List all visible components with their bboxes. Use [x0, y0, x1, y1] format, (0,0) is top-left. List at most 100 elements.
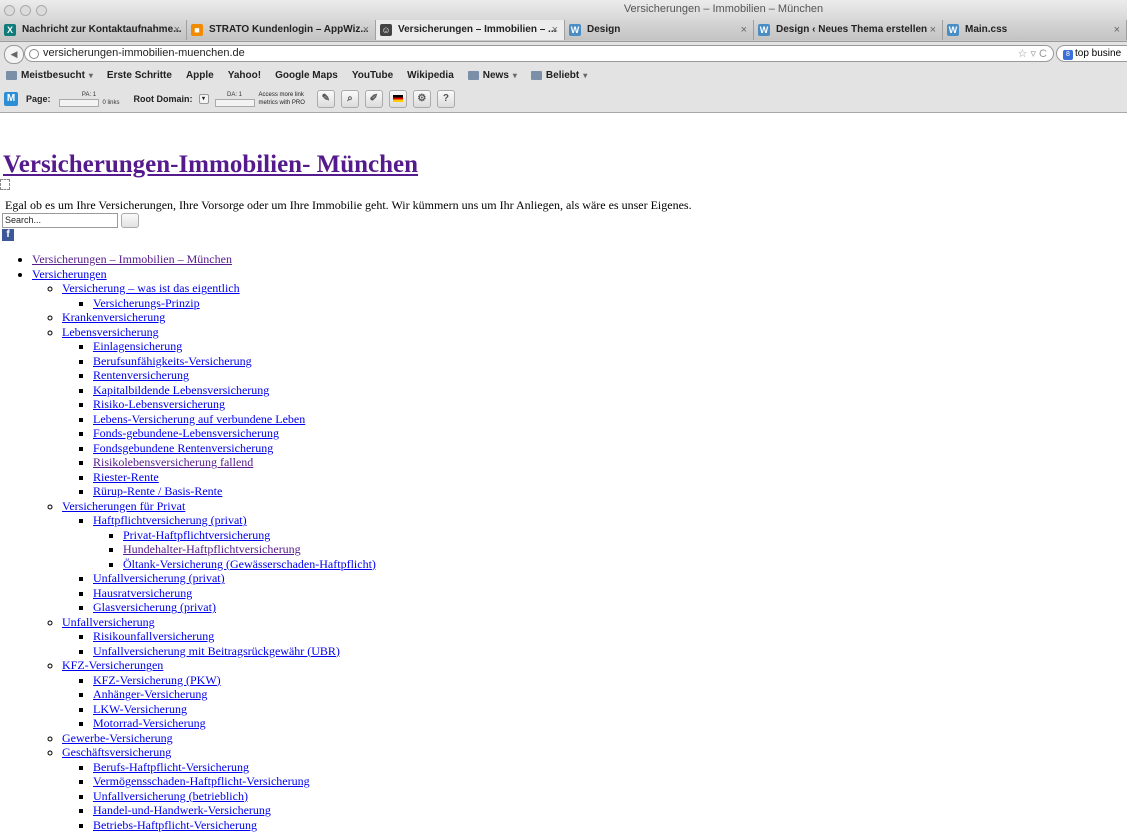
menu-link[interactable]: Hundehalter-Haftpflichtversicherung [123, 542, 301, 556]
menu-link[interactable]: Gewerbe-Versicherung [62, 731, 173, 745]
url-text: versicherungen-immobilien-muenchen.de [43, 47, 245, 59]
pencil-icon[interactable]: ✐ [364, 89, 383, 108]
menu-link[interactable]: Kapitalbildende Lebensversicherung [93, 383, 269, 397]
menu-link[interactable]: KFZ-Versicherung (PKW) [93, 673, 221, 687]
menu-link[interactable]: Glasversicherung (privat) [93, 600, 216, 614]
menu-link[interactable]: Versicherungs-Prinzip [93, 296, 200, 310]
menu-link[interactable]: Unfallversicherung mit Beitragsrückgewäh… [93, 644, 340, 658]
access-line-1: Access more link [258, 91, 304, 98]
bookmark-label: News [482, 69, 509, 81]
menu-link[interactable]: Haftpflichtversicherung (privat) [93, 513, 247, 527]
gear-icon[interactable]: ⚙ [412, 89, 431, 108]
close-tab-icon[interactable]: × [930, 20, 936, 40]
close-tab-icon[interactable]: × [363, 20, 369, 40]
menu-link[interactable]: Geschäftsversicherung [62, 745, 171, 759]
chevron-down-icon: ▾ [88, 70, 93, 80]
root-domain-dropdown[interactable]: ▾ [198, 93, 209, 104]
web-search-box[interactable]: 8 top busine [1056, 45, 1127, 62]
tab-5[interactable]: W Main.css × [943, 20, 1127, 40]
bookmark-meistbesucht[interactable]: Meistbesucht ▾ [6, 70, 93, 81]
menu-item: Motorrad-Versicherung [93, 716, 1127, 731]
menu-item: VersicherungenVersicherung – was ist das… [32, 267, 1127, 833]
close-tab-icon[interactable]: × [552, 20, 558, 40]
menu-list: Privat-HaftpflichtversicherungHundehalte… [93, 528, 1127, 572]
menu-link[interactable]: KFZ-Versicherungen [62, 658, 163, 672]
magnifier-icon[interactable]: ⌕ [340, 89, 359, 108]
menu-list: Berufs-Haftpflicht-VersicherungVermögens… [62, 760, 1127, 833]
globe-icon [29, 49, 39, 59]
menu-link[interactable]: Unfallversicherung (betrieblich) [93, 789, 248, 803]
tab-0[interactable]: X Nachricht zur Kontaktaufnahme... × [0, 20, 187, 40]
menu-item: Vermögensschaden-Haftpflicht-Versicherun… [93, 774, 1127, 789]
menu-link[interactable]: Betriebs-Haftpflicht-Versicherung [93, 818, 257, 832]
close-tab-icon[interactable]: × [174, 20, 180, 40]
menu-link[interactable]: Fondsgebundene Rentenversicherung [93, 441, 273, 455]
menu-link[interactable]: Risikolebensversicherung fallend [93, 455, 253, 469]
menu-link[interactable]: Risiko-Lebensversicherung [93, 397, 225, 411]
site-title-link[interactable]: Versicherungen-Immobilien- München [3, 151, 418, 179]
bookmark-yahoo-[interactable]: Yahoo! [0, 70, 261, 190]
menu-link[interactable]: Versicherungen – Immobilien – München [32, 252, 232, 266]
menu-link[interactable]: Anhänger-Versicherung [93, 687, 207, 701]
bookmark-youtube[interactable]: YouTube [0, 70, 393, 190]
menu-link[interactable]: Lebensversicherung [62, 325, 159, 339]
navigation-bar: ◀ versicherungen-immobilien-muenchen.de … [0, 43, 1127, 65]
menu-link[interactable]: Vermögensschaden-Haftpflicht-Versicherun… [93, 774, 310, 788]
bookmark-apple[interactable]: Apple [0, 70, 214, 190]
bookmark-beliebt[interactable]: Beliebt ▾ [530, 69, 587, 81]
menu-link[interactable]: Lebens-Versicherung auf verbundene Leben [93, 412, 305, 426]
tab-1[interactable]: ■ STRATO Kundenlogin – AppWiz... × [187, 20, 376, 40]
menu-link[interactable]: Rürup-Rente / Basis-Rente [93, 484, 222, 498]
access-line-2: metrics with PRO [258, 99, 305, 106]
menu-link[interactable]: Versicherungen [32, 267, 107, 281]
flag-icon[interactable] [388, 89, 407, 108]
menu-item: Haftpflichtversicherung (privat)Privat-H… [93, 513, 1127, 571]
close-tab-icon[interactable]: × [1114, 20, 1120, 40]
bookmark-erste-schritte[interactable]: Erste Schritte [0, 70, 172, 190]
pa-bar [58, 98, 99, 107]
menu-item: Glasversicherung (privat) [93, 600, 1127, 615]
help-icon[interactable]: ? [436, 89, 455, 108]
bookmark-star-reload-icons[interactable]: ☆ ▿ C [1018, 47, 1047, 60]
menu-link[interactable]: Versicherungen für Privat [62, 499, 185, 513]
menu-link[interactable]: Krankenversicherung [62, 310, 165, 324]
menu-link[interactable]: LKW-Versicherung [93, 702, 187, 716]
menu-link[interactable]: Unfallversicherung [62, 615, 155, 629]
wrench-icon[interactable]: ✎ [316, 89, 335, 108]
back-button[interactable]: ◀ [4, 45, 24, 64]
menu-link[interactable]: Einlagensicherung [93, 339, 182, 353]
menu-link[interactable]: Motorrad-Versicherung [93, 716, 206, 730]
menu-link[interactable]: Berufs-Haftpflicht-Versicherung [93, 760, 249, 774]
menu-link[interactable]: Unfallversicherung (privat) [93, 571, 225, 585]
menu-link[interactable]: Handel-und-Handwerk-Versicherung [93, 803, 271, 817]
menu-link[interactable]: Rentenversicherung [93, 368, 189, 382]
bookmark-news[interactable]: News ▾ [467, 69, 517, 81]
menu-link[interactable]: Versicherung – was ist das eigentlich [62, 281, 240, 295]
mozbar-logo-icon[interactable]: M [4, 91, 18, 106]
tab-2[interactable]: ☺ Versicherungen – Immobilien – ... × [376, 20, 565, 40]
menu-list: Haftpflichtversicherung (privat)Privat-H… [62, 513, 1127, 615]
menu-link[interactable]: Hausratversicherung [93, 586, 192, 600]
menu-link[interactable]: Öltank-Versicherung (Gewässerschaden-Haf… [123, 557, 376, 571]
search-input[interactable]: Search... [2, 213, 118, 228]
menu-link[interactable]: Berufsunfähigkeits-Versicherung [93, 354, 252, 368]
menu-link[interactable]: Fonds-gebundene-Lebensversicherung [93, 426, 279, 440]
tab-3[interactable]: W Design × [565, 20, 754, 40]
menu-item: Versicherung – was ist das eigentlichVer… [62, 281, 1127, 310]
page-label: Page: [26, 93, 51, 104]
bookmark-google-maps[interactable]: Google Maps [0, 70, 338, 190]
root-domain-label: Root Domain: [133, 93, 193, 104]
pro-upsell-text[interactable]: Access more link metrics with PRO [259, 91, 305, 107]
search-button[interactable] [121, 213, 139, 228]
domain-authority-metric: DA: 1 [214, 91, 255, 107]
menu-link[interactable]: Riester-Rente [93, 470, 159, 484]
bookmark-label: Beliebt [545, 69, 580, 81]
facebook-icon[interactable]: f [2, 229, 14, 241]
menu-link[interactable]: Risikounfallversicherung [93, 629, 214, 643]
bookmark-wikipedia[interactable]: Wikipedia [0, 70, 454, 190]
close-tab-icon[interactable]: × [741, 20, 747, 40]
menu-link[interactable]: Privat-Haftpflichtversicherung [123, 528, 270, 542]
page-authority-metric: PA: 1 0 links [58, 91, 120, 107]
tab-4[interactable]: W Design ‹ Neues Thema erstellen × [754, 20, 943, 40]
address-bar[interactable]: versicherungen-immobilien-muenchen.de ☆ … [24, 45, 1054, 62]
